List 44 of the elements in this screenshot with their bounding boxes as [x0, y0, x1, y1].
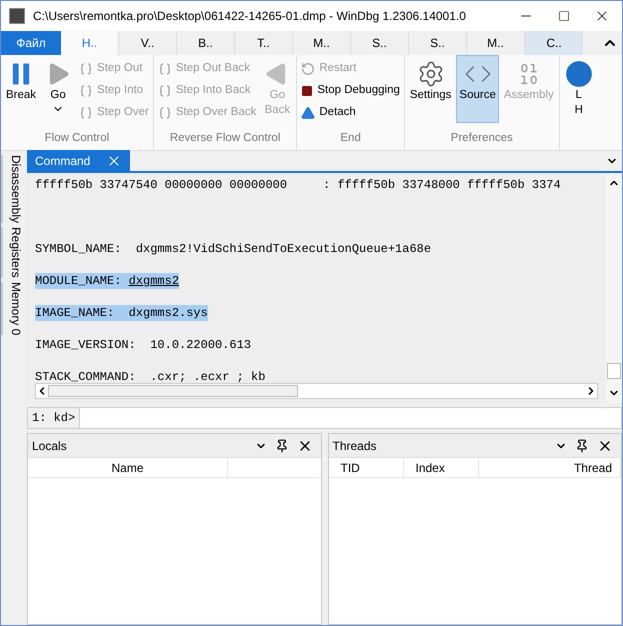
- ribbon-button[interactable]: Break: [3, 55, 40, 123]
- ribbon-tab[interactable]: H..: [61, 31, 119, 55]
- column-header[interactable]: Name: [28, 458, 228, 477]
- group-label: End: [339, 131, 362, 146]
- output-line: STACK_COMMAND: .cxr; .ecxr ; kb: [35, 369, 266, 383]
- panel-title: Locals: [32, 438, 68, 454]
- ribbon-button[interactable]: Stop Debugging: [299, 81, 402, 101]
- pin-icon[interactable]: [575, 438, 589, 452]
- ribbon-button[interactable]: Detach: [299, 103, 402, 123]
- column-header[interactable]: Thread: [478, 458, 621, 477]
- pin-icon[interactable]: [274, 438, 288, 452]
- group-label: Flow Control: [44, 131, 110, 146]
- ribbon-button[interactable]: Settings: [406, 55, 454, 123]
- ribbon-button[interactable]: Go: [41, 55, 76, 123]
- panel-title: Threads: [332, 438, 378, 454]
- column-header[interactable]: TID: [328, 458, 404, 477]
- app-icon: [9, 8, 25, 24]
- ribbon-button[interactable]: L H: [562, 55, 596, 123]
- command-tab[interactable]: Command: [27, 150, 130, 172]
- module-link[interactable]: dxgmms2: [128, 274, 180, 288]
- circle-icon: [564, 60, 593, 88]
- horizontal-scrollbar[interactable]: [35, 383, 598, 399]
- braces-icon: [79, 84, 94, 98]
- restart-icon: [301, 62, 316, 76]
- maximize-icon[interactable]: [558, 10, 570, 22]
- eject-icon: [301, 106, 316, 120]
- ribbon-tab[interactable]: C..: [525, 31, 583, 55]
- braces-icon: [79, 62, 94, 76]
- column-header[interactable]: Index: [404, 458, 478, 477]
- braces-icon: [158, 106, 172, 120]
- output-line: IMAGE_VERSION: 10.0.22000.613: [35, 337, 252, 353]
- group-label: Preferences: [450, 131, 514, 146]
- braces-icon: [158, 84, 172, 98]
- stop-icon: [301, 85, 314, 97]
- scrollbar-thumb[interactable]: [607, 363, 621, 379]
- ribbon-tab[interactable]: Файл: [1, 31, 61, 55]
- braces-icon: [79, 106, 94, 120]
- output-line: SYMBOL_NAME: dxgmms2!VidSchiSendToExecutionQueue+1a68e: [35, 241, 432, 257]
- group-label: Reverse Flow Control: [168, 131, 282, 146]
- ribbon-button[interactable]: Source: [456, 55, 499, 123]
- braces-icon: [158, 62, 172, 76]
- window-title: C:\Users\remontka.pro\Desktop\061422-14265-01.dmp - WinDbg 1.2306.14001.0: [33, 8, 467, 25]
- output-line: fffff50b 33747540 00000000 00000000 : fffff50b 33748000 fffff50b 3374: [35, 177, 561, 193]
- scrollbar-thumb[interactable]: [48, 385, 298, 397]
